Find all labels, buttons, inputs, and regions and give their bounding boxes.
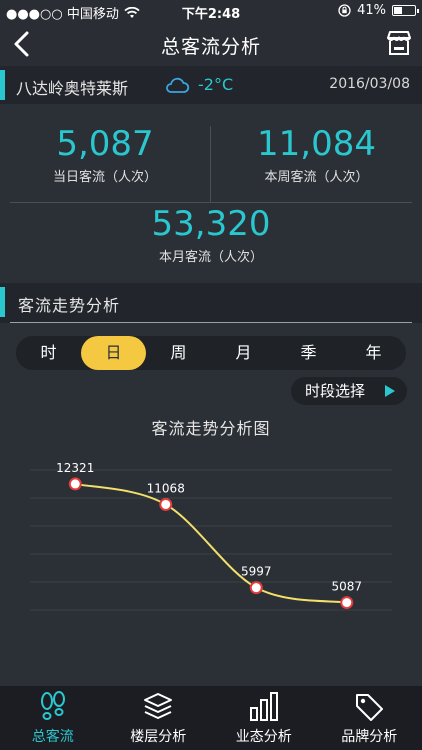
- daily-traffic-label: 当日客流（人次）: [52, 170, 157, 185]
- monthly-traffic-value: 53,320: [151, 204, 271, 244]
- battery-icon: [392, 5, 419, 16]
- temperature: -2°C: [198, 75, 234, 94]
- chart-title: 客流走势分析图: [151, 419, 271, 438]
- tab-floor-analysis[interactable]: 楼层分析: [106, 686, 212, 750]
- monthly-traffic-label: 本月客流（人次）: [158, 250, 263, 265]
- nav-bar: 总客流分析: [0, 22, 422, 66]
- rotation-lock-icon: [338, 4, 351, 17]
- current-date: 2016/03/08: [329, 76, 410, 92]
- page-title: 总客流分析: [160, 36, 261, 58]
- tag-icon: [356, 694, 384, 721]
- play-triangle-icon: [385, 385, 395, 397]
- granularity-hour[interactable]: 时: [16, 336, 81, 370]
- period-select-label: 时段选择: [305, 382, 366, 400]
- granularity-year[interactable]: 年: [341, 336, 406, 370]
- weekly-traffic-value: 11,084: [257, 124, 376, 164]
- tab-label: 品牌分析: [341, 729, 398, 745]
- trend-section-title: 客流走势分析: [18, 296, 121, 315]
- accent-marker: [0, 70, 5, 100]
- layers-icon: [144, 693, 173, 719]
- stat-divider-horizontal: [10, 202, 412, 203]
- series-line: [75, 482, 347, 604]
- status-right: 41%: [338, 3, 419, 18]
- granularity-week[interactable]: 周: [146, 336, 211, 370]
- bar-chart-icon: [249, 692, 278, 721]
- granularity-selector: 时 日 周 月 季 年: [16, 336, 406, 370]
- weekly-traffic-label: 本周客流（人次）: [264, 170, 369, 185]
- trend-section-header: 客流走势分析: [0, 283, 422, 323]
- traffic-trend-chart: 12321 11068 5997 5087: [30, 461, 392, 611]
- daily-traffic-value: 5,087: [56, 124, 154, 164]
- tab-brand-analysis[interactable]: 品牌分析: [317, 686, 422, 750]
- tab-label: 业态分析: [235, 729, 292, 745]
- granularity-quarter[interactable]: 季: [276, 336, 341, 370]
- location-name[interactable]: 八达岭奥特莱斯: [16, 75, 128, 99]
- tab-label: 楼层分析: [130, 729, 187, 745]
- traffic-stats: 5,087 当日客流（人次） 11,084 本周客流（人次） 53,320 本月…: [0, 114, 422, 274]
- bottom-tab-bar: 总客流 楼层分析 业态分析 品牌分析: [0, 686, 422, 750]
- data-label: 5087: [331, 580, 362, 594]
- data-point[interactable]: [249, 581, 263, 595]
- cloud-icon: [166, 77, 190, 93]
- granularity-day[interactable]: 日: [81, 336, 146, 370]
- monthly-stat: 53,320 本月客流（人次）: [0, 204, 422, 265]
- footprints-icon: [40, 691, 65, 720]
- accent-marker: [0, 287, 5, 317]
- data-point[interactable]: [68, 477, 82, 491]
- granularity-month[interactable]: 月: [211, 336, 276, 370]
- weekly-stat: 11,084 本周客流（人次）: [211, 124, 422, 185]
- section-underline: [10, 322, 412, 323]
- tab-label: 总客流: [31, 729, 74, 745]
- data-point[interactable]: [159, 497, 173, 511]
- data-label: 12321: [56, 461, 94, 475]
- status-bar: ●●●○○ 中国移动 下午2:48 41%: [0, 0, 422, 22]
- battery-percent: 41%: [357, 3, 386, 18]
- tab-format-analysis[interactable]: 业态分析: [211, 686, 317, 750]
- location-bar: 八达岭奥特莱斯 -2°C 2016/03/08: [0, 66, 422, 104]
- store-icon[interactable]: [384, 28, 414, 58]
- data-label: 11068: [147, 481, 185, 495]
- data-label: 5997: [241, 565, 272, 579]
- period-select-button[interactable]: 时段选择: [291, 377, 407, 405]
- tab-total-traffic[interactable]: 总客流: [0, 686, 106, 750]
- daily-stat: 5,087 当日客流（人次）: [0, 124, 210, 185]
- data-point[interactable]: [340, 596, 354, 610]
